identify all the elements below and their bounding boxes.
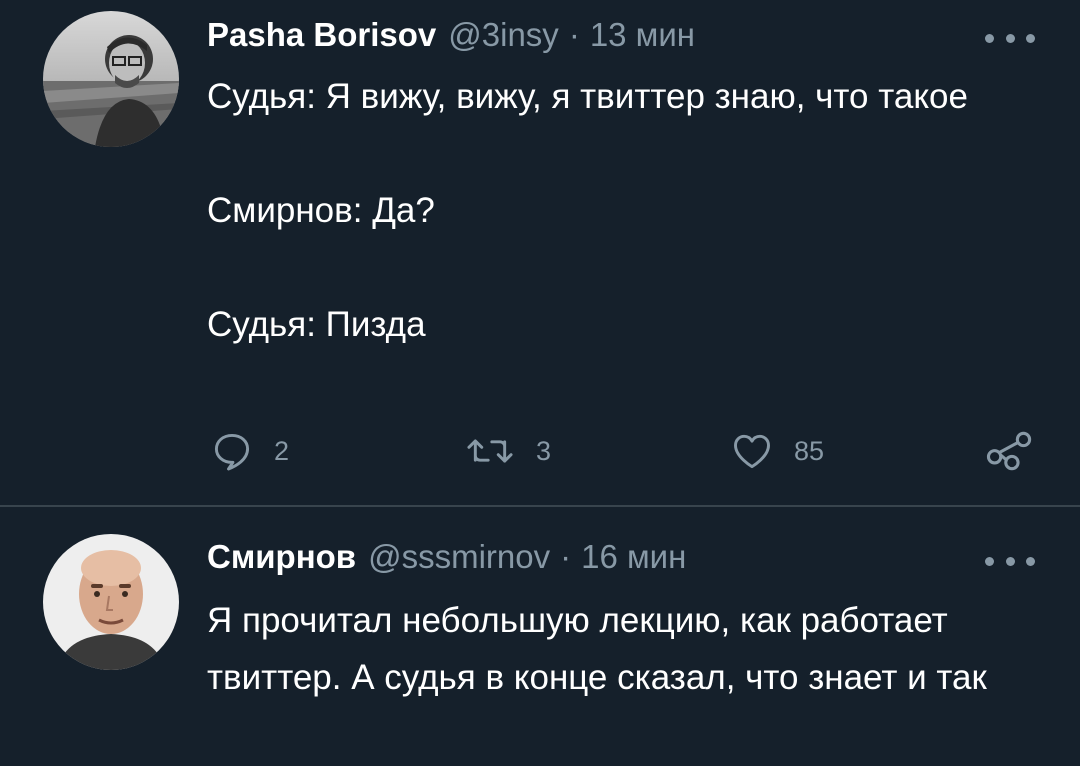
tweet-paragraph: Судья: Пизда [207,305,426,344]
tweet-text: Я прочитал небольшую лекцию, как работае… [207,592,1037,706]
tweet-header: Pasha Borisov @3insy · 13 мин [207,16,695,60]
reply-button[interactable]: 2 [210,423,289,479]
timestamp[interactable]: 13 мин [590,16,695,54]
reply-count: 2 [274,435,290,466]
timestamp[interactable]: 16 мин [581,538,686,576]
share-icon [986,431,1032,471]
tweet[interactable]: Pasha Borisov @3insy · 13 мин Судья: Я в… [0,0,1080,505]
heart-icon [734,434,770,469]
author-name[interactable]: Pasha Borisov [207,16,436,54]
author-handle[interactable]: @sssmirnov [368,538,550,576]
tweet-paragraph: Я прочитал небольшую лекцию, как работае… [207,601,987,697]
separator: · [568,16,580,53]
author-name[interactable]: Смирнов [207,538,356,576]
reply-icon [214,433,250,471]
author-handle[interactable]: @3insy [448,16,559,54]
retweet-count: 3 [536,435,552,466]
more-options-icon[interactable] [985,28,1035,48]
separator: · [560,538,572,575]
tweet-paragraph: Смирнов: Да? [207,191,435,230]
tweet-header: Смирнов @sssmirnov · 16 мин [207,538,686,582]
avatar[interactable] [43,534,179,670]
tweet-text: Судья: Я вижу, вижу, я твиттер знаю, что… [207,68,1037,353]
like-count: 85 [794,435,825,466]
more-options-icon[interactable] [985,551,1035,571]
user-avatar-photo-icon [43,11,179,147]
retweet-icon [467,439,513,463]
avatar[interactable] [43,11,179,147]
like-button[interactable]: 85 [730,423,824,479]
share-button[interactable] [985,423,1035,479]
retweet-button[interactable]: 3 [464,423,551,479]
tweet-paragraph: Судья: Я вижу, вижу, я твиттер знаю, что… [207,77,968,116]
user-avatar-photo-icon [43,534,179,670]
tweet-actions: 2 3 85 [0,423,1080,479]
